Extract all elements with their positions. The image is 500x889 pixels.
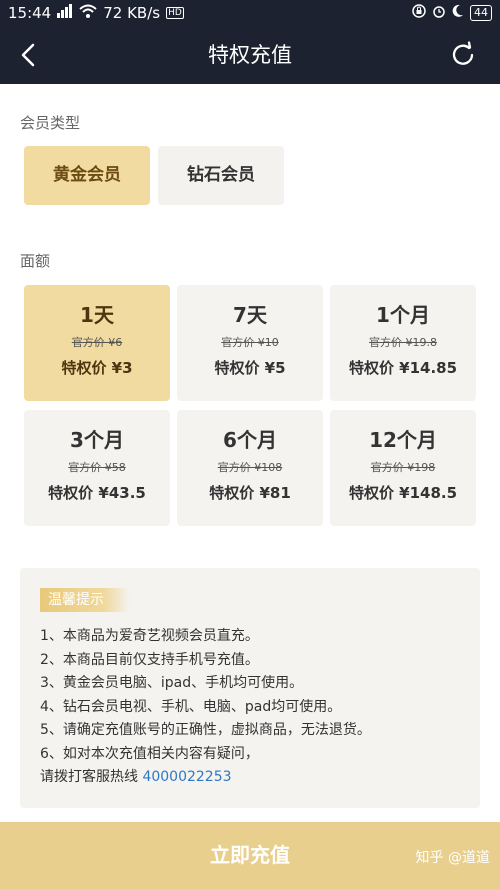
battery-indicator: 44 xyxy=(470,5,492,21)
tips-line: 1、本商品为爱奇艺视频会员直充。 xyxy=(40,628,259,644)
card-duration: 3个月 xyxy=(70,428,124,452)
card-original-price: 官方价 ¥19.8 xyxy=(369,336,437,349)
hd-badge: HD xyxy=(166,7,184,19)
tips-line: 6、如对本次充值相关内容有疑问， xyxy=(40,745,259,762)
card-original-price: 官方价 ¥10 xyxy=(221,336,279,349)
card-original-price: 官方价 ¥6 xyxy=(71,336,123,349)
card-duration: 1个月 xyxy=(376,303,430,327)
tips-line: 4、钻石会员电视、手机、电脑、pad均可使用。 xyxy=(40,698,342,715)
refresh-icon xyxy=(452,41,474,65)
denomination-card-3-months[interactable]: 3个月 官方价 ¥58 特权价 ¥43.5 xyxy=(24,410,170,526)
denomination-card-12-months[interactable]: 12个月 官方价 ¥198 特权价 ¥148.5 xyxy=(330,410,476,526)
hotline-prefix: 请拨打客服热线 xyxy=(40,769,143,785)
member-type-label: 会员类型 xyxy=(20,114,81,132)
tips-line: 3、黄金会员电脑、ipad、手机均可使用。 xyxy=(40,675,304,691)
tips-line: 5、请确定充值账号的正确性，虚拟商品，无法退货。 xyxy=(40,722,371,738)
card-original-price: 官方价 ¥108 xyxy=(217,461,283,474)
tips-title: 温馨提示 xyxy=(40,588,130,612)
card-special-price: 特权价 ¥43.5 xyxy=(48,484,146,502)
denomination-card-1-month[interactable]: 1个月 官方价 ¥19.8 特权价 ¥14.85 xyxy=(330,285,476,401)
wifi-icon xyxy=(79,4,97,22)
card-special-price: 特权价 ¥81 xyxy=(209,484,291,502)
status-time: 15:44 xyxy=(8,4,52,22)
tips-line: 2、本商品目前仅支持手机号充值。 xyxy=(40,651,259,668)
network-speed: 72 KB/s xyxy=(103,4,161,22)
card-special-price: 特权价 ¥14.85 xyxy=(348,359,458,377)
card-original-price: 官方价 ¥198 xyxy=(370,461,436,474)
watermark: 知乎 @道道 xyxy=(415,850,490,866)
tips-panel: 温馨提示 1、本商品为爱奇艺视频会员直充。 2、本商品目前仅支持手机号充值。 3… xyxy=(20,568,480,808)
page-title: 特权充值 xyxy=(208,43,292,67)
status-bar: 15:44 72 KB/s HD 44 xyxy=(0,0,500,26)
card-duration: 7天 xyxy=(233,303,267,327)
alarm-icon xyxy=(432,4,446,22)
denomination-card-7-days[interactable]: 7天 官方价 ¥10 特权价 ¥5 xyxy=(177,285,323,401)
moon-icon xyxy=(452,4,464,22)
lock-icon xyxy=(412,4,426,22)
card-duration: 6个月 xyxy=(223,428,277,452)
tips-hotline-line: 请拨打客服热线 4000022253 xyxy=(40,766,371,790)
denomination-card-6-months[interactable]: 6个月 官方价 ¥108 特权价 ¥81 xyxy=(177,410,323,526)
nav-bar: 特权充值 xyxy=(0,26,500,84)
hotline-link[interactable]: 4000022253 xyxy=(142,769,231,785)
card-duration: 12个月 xyxy=(369,428,437,452)
member-type-diamond-button[interactable]: 钻石会员 xyxy=(158,146,284,205)
refresh-button[interactable] xyxy=(448,40,478,70)
card-duration: 1天 xyxy=(80,303,114,327)
signal-icon xyxy=(57,4,73,22)
card-special-price: 特权价 ¥148.5 xyxy=(348,484,458,502)
card-original-price: 官方价 ¥58 xyxy=(68,461,126,474)
member-type-gold-button[interactable]: 黄金会员 xyxy=(24,146,150,205)
denomination-label: 面额 xyxy=(20,252,51,270)
card-special-price: 特权价 ¥5 xyxy=(214,359,286,377)
back-button[interactable] xyxy=(14,40,44,70)
chevron-left-icon xyxy=(21,43,35,67)
card-special-price: 特权价 ¥3 xyxy=(61,359,133,377)
tips-list: 1、本商品为爱奇艺视频会员直充。 2、本商品目前仅支持手机号充值。 3、黄金会员… xyxy=(40,625,371,790)
denomination-card-1-day[interactable]: 1天 官方价 ¥6 特权价 ¥3 xyxy=(24,285,170,401)
